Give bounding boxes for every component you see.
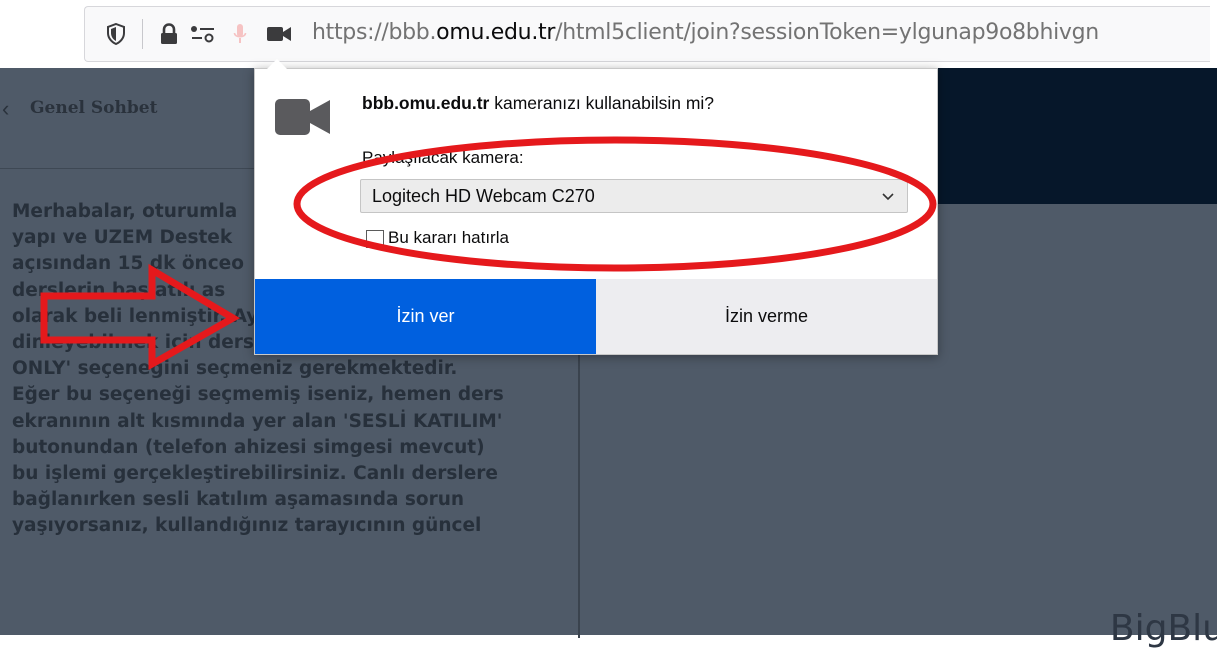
- chat-message-line: bu işlemi gerçekleştirebilirsiniz. Canlı…: [12, 463, 498, 485]
- camera-select[interactable]: Logitech HD Webcam C270: [360, 179, 908, 213]
- chevron-left-icon[interactable]: ‹: [2, 96, 9, 122]
- chat-message-line: ekranının alt kısmında yer alan 'SESLİ K…: [12, 410, 503, 432]
- permission-question: bbb.omu.edu.tr kameranızı kullanabilsin …: [362, 93, 714, 114]
- permissions-icon[interactable]: [189, 7, 217, 61]
- chat-message-line: butonundan (telefon ahizesi simgesi mevc…: [12, 436, 485, 458]
- chat-message-line: bağlanırken sesli katılım aşamasında sor…: [12, 489, 465, 511]
- brand-logo-text: BigBlu: [1109, 608, 1217, 649]
- url-path: /html5client/join?sessionToken=ylgunap9o…: [555, 20, 1099, 45]
- permission-question-text: kameranızı kullanabilsin mi?: [489, 93, 715, 113]
- remember-label[interactable]: Bu kararı hatırla: [388, 228, 509, 248]
- camera-icon: [275, 97, 331, 142]
- chat-title[interactable]: Genel Sohbet: [30, 98, 157, 118]
- url-prefix: https://bbb.: [312, 20, 437, 45]
- browser-toolbar: https://bbb.omu.edu.tr/html5client/join?…: [0, 0, 1217, 66]
- lock-icon[interactable]: [157, 7, 181, 61]
- camera-icon[interactable]: [265, 7, 293, 61]
- toolbar-separator: [141, 7, 143, 61]
- microphone-blocked-icon[interactable]: [231, 7, 249, 61]
- chat-message-line: Eğer bu seçeneği seçmemiş iseniz, hemen …: [12, 384, 504, 406]
- camera-permission-popup: bbb.omu.edu.tr kameranızı kullanabilsin …: [254, 59, 938, 355]
- chat-message-line: ONLY' seçeneğini seçmeniz gerekmektedir.: [12, 358, 458, 380]
- popup-arrow: [267, 59, 287, 69]
- camera-select-value: Logitech HD Webcam C270: [372, 186, 595, 206]
- url-host: omu.edu.tr: [436, 20, 556, 45]
- chat-message-line: yaşıyorsanız, kullandığınız tarayıcının …: [12, 515, 482, 537]
- remember-checkbox[interactable]: [366, 230, 384, 248]
- tracking-protection-shield-icon[interactable]: [101, 7, 131, 61]
- camera-select-label: Paylaşılacak kamera:: [362, 148, 524, 167]
- deny-button[interactable]: İzin verme: [596, 279, 937, 354]
- url-text[interactable]: https://bbb.omu.edu.tr/html5client/join?…: [312, 0, 1099, 66]
- allow-button[interactable]: İzin ver: [255, 279, 596, 354]
- chevron-down-icon: [881, 184, 895, 211]
- permission-host: bbb.omu.edu.tr: [362, 93, 490, 113]
